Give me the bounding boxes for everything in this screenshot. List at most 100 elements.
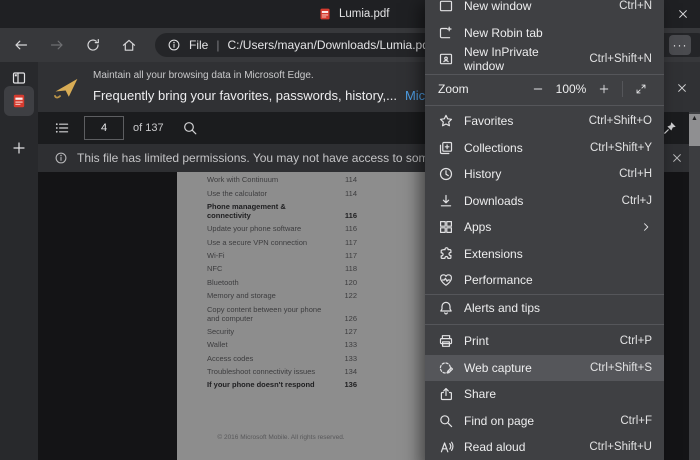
pdf-file-icon xyxy=(11,93,27,109)
home-button[interactable] xyxy=(114,31,144,59)
menu-item-find-on-page[interactable]: Find on pageCtrl+F xyxy=(425,408,664,435)
favorites-icon xyxy=(438,113,454,129)
toc-entry-label: Use the calculator xyxy=(207,189,329,198)
zoom-out-button[interactable] xyxy=(527,78,549,100)
menu-item-web-capture[interactable]: Web captureCtrl+Shift+S xyxy=(425,355,664,382)
menu-item-history[interactable]: HistoryCtrl+H xyxy=(425,161,664,188)
pdf-file-icon xyxy=(318,7,332,21)
banner-line2: Frequently bring your favorites, passwor… xyxy=(93,88,470,103)
toc-entry-page: 120 xyxy=(344,278,357,287)
menu-item-label: Web capture xyxy=(464,361,532,375)
menu-item-new-window[interactable]: New window Ctrl+N xyxy=(425,0,664,20)
toc-entry-label: Work with Continuum xyxy=(207,175,329,184)
menu-item-label: New window xyxy=(464,0,531,13)
menu-item-performance[interactable]: Performance xyxy=(425,267,664,294)
menu-item-share[interactable]: Share xyxy=(425,381,664,408)
table-of-contents-button[interactable] xyxy=(50,116,74,140)
menu-item-alerts-and-tips[interactable]: Alerts and tips xyxy=(425,295,664,322)
zoom-controls: 100% xyxy=(527,78,652,100)
close-icon xyxy=(676,82,688,94)
address-separator: | xyxy=(216,38,219,52)
back-button[interactable] xyxy=(6,31,36,59)
toc-entry-label: Phone management &connectivity xyxy=(207,202,329,220)
menu-item-apps[interactable]: Apps xyxy=(425,214,664,241)
toc-entry-label: Security xyxy=(207,327,329,336)
page-total-label: of 137 xyxy=(133,122,164,134)
address-scheme: File xyxy=(189,38,208,52)
zoom-in-button[interactable] xyxy=(593,78,615,100)
toc-row: Wallet 133 xyxy=(207,338,357,351)
window-close-button[interactable] xyxy=(671,3,695,25)
toc-entry-page: 136 xyxy=(344,380,357,389)
menu-item-label: History xyxy=(464,167,501,181)
forward-button[interactable] xyxy=(42,31,72,59)
close-icon xyxy=(677,8,689,20)
menu-item-collections[interactable]: CollectionsCtrl+Shift+Y xyxy=(425,135,664,162)
toc-entry-label: Wi-Fi xyxy=(207,251,329,260)
pdf-toc: Work with Continuum 114 Use the calculator… xyxy=(207,173,357,392)
banner-close-button[interactable] xyxy=(674,80,690,96)
settings-and-more-menu: New window Ctrl+N New Robin tabNew InPriva… xyxy=(425,0,664,460)
menu-item-shortcut: Ctrl+Shift+Y xyxy=(590,142,652,154)
performance-icon xyxy=(438,272,454,288)
banner-line1: Maintain all your browsing data in Micro… xyxy=(93,70,314,81)
page-number-input[interactable] xyxy=(84,116,124,140)
permissions-close-button[interactable] xyxy=(665,150,681,166)
menu-divider xyxy=(425,74,664,75)
chevron-right-icon xyxy=(640,221,652,233)
collections-icon xyxy=(438,140,454,156)
menu-item-shortcut: Ctrl+Shift+N xyxy=(589,53,652,65)
toc-row: Wi-Fi117 xyxy=(207,249,357,262)
info-icon xyxy=(54,151,68,165)
toc-entry-page: 114 xyxy=(345,175,357,184)
menu-item-favorites[interactable]: FavoritesCtrl+Shift+O xyxy=(425,108,664,135)
forward-icon xyxy=(49,37,65,53)
find-icon xyxy=(438,413,454,429)
active-tab-favicon-button[interactable] xyxy=(4,86,34,116)
menu-item-extensions[interactable]: Extensions xyxy=(425,241,664,268)
refresh-button[interactable] xyxy=(78,31,108,59)
toc-entry-label: Copy content between your phoneand compu… xyxy=(207,305,329,323)
browser-window: Lumia.pdf File | C:/Users/mayan/Download… xyxy=(0,0,700,460)
pdf-search-button[interactable] xyxy=(178,116,202,140)
toc-entry-label: Access codes xyxy=(207,354,329,363)
toc-entry-page: 116 xyxy=(345,211,357,220)
menu-item-label: Performance xyxy=(464,273,533,287)
scrollbar-up-icon[interactable]: ▲ xyxy=(689,115,700,123)
menu-item-shortcut: Ctrl+J xyxy=(622,195,652,207)
toc-entry-page: 133 xyxy=(344,340,357,349)
banner-line2-text: Frequently bring your favorites, passwor… xyxy=(93,88,397,103)
toc-row: If your phone doesn't respond 136 xyxy=(207,378,357,391)
menu-item-downloads[interactable]: Downloads Ctrl+J xyxy=(425,188,664,215)
alerts-icon xyxy=(438,300,454,316)
menu-item-read-aloud[interactable]: Read aloudCtrl+Shift+U xyxy=(425,434,664,460)
menu-item-print[interactable]: PrintCtrl+P xyxy=(425,328,664,355)
toc-entry-page: 114 xyxy=(345,189,357,198)
info-icon[interactable] xyxy=(167,38,181,52)
toc-entry-label: Bluetooth xyxy=(207,278,329,287)
home-icon xyxy=(121,37,137,53)
menu-item-label: Share xyxy=(464,387,496,401)
menu-item-label: Downloads xyxy=(464,194,523,208)
close-icon xyxy=(671,152,683,164)
refresh-icon xyxy=(85,37,101,53)
vertical-scrollbar[interactable]: ▲ xyxy=(689,112,700,460)
permissions-message: This file has limited permissions. You m… xyxy=(77,151,449,165)
pin-icon xyxy=(662,120,678,136)
toc-row: Update your phone software116 xyxy=(207,222,357,235)
menu-item-label: New InPrivate window xyxy=(464,45,579,73)
tab-actions-icon xyxy=(11,70,27,86)
fullscreen-button[interactable] xyxy=(630,78,652,100)
menu-item-label: Apps xyxy=(464,220,491,234)
toc-entry-label: Wallet xyxy=(207,340,329,349)
settings-and-more-button[interactable]: ··· xyxy=(669,35,691,55)
menu-item-label: Favorites xyxy=(464,114,513,128)
menu-item-shortcut: Ctrl+N xyxy=(619,0,652,12)
toc-entry-label: Troubleshoot connectivity issues xyxy=(207,367,329,376)
menu-item-label: Find on page xyxy=(464,414,534,428)
menu-item-new-inprivate-window[interactable]: New InPrivate window Ctrl+Shift+N xyxy=(425,46,664,73)
new-tab-button[interactable] xyxy=(3,134,35,162)
plus-icon xyxy=(11,140,27,156)
menu-item-new-robin-tab[interactable]: New Robin tab xyxy=(425,20,664,47)
toc-entry-label: If your phone doesn't respond xyxy=(207,380,329,389)
